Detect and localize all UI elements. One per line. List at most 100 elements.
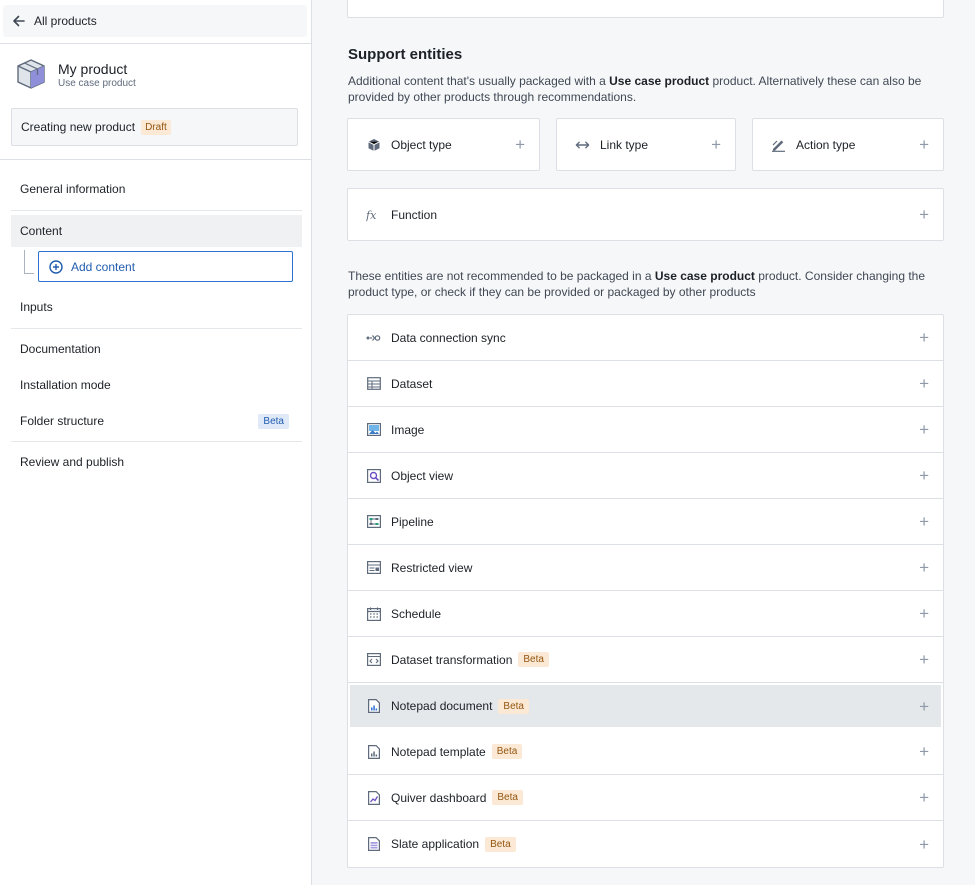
entity-row-dataset[interactable]: Dataset + <box>348 361 943 407</box>
nav-label: Installation mode <box>20 378 111 392</box>
dataset-table-icon <box>366 376 381 391</box>
plus-icon: + <box>919 696 929 716</box>
beta-badge: Beta <box>498 698 529 714</box>
entity-row-dataset-transformation[interactable]: Dataset transformation Beta + <box>348 637 943 683</box>
image-icon <box>366 422 381 437</box>
entity-list: Data connection sync + Dataset + Image +… <box>347 314 944 868</box>
add-content-button[interactable]: Add content <box>38 251 293 282</box>
nav-label: Folder structure <box>20 414 105 428</box>
entity-row-data-connection-sync[interactable]: Data connection sync + <box>348 315 943 361</box>
notepad-document-icon <box>366 699 381 714</box>
card-label: Object type <box>391 137 452 152</box>
svg-text:fx: fx <box>366 209 377 222</box>
plus-icon: + <box>919 135 929 154</box>
all-products-label: All products <box>34 14 97 28</box>
creating-status: Creating new product Draft <box>11 108 298 146</box>
product-type: Use case product <box>58 78 136 89</box>
nav-inputs[interactable]: Inputs <box>11 292 302 322</box>
pipeline-icon <box>366 514 381 529</box>
plus-icon: + <box>919 834 929 854</box>
divider <box>0 43 311 44</box>
nav-folder-structure[interactable]: Folder structure Beta <box>11 406 302 436</box>
nav-content[interactable]: Content <box>11 215 302 247</box>
sidebar: All products My product Use case product… <box>0 0 312 885</box>
entity-row-notepad-document[interactable]: Notepad document Beta + <box>350 685 941 727</box>
nav-general-information[interactable]: General information <box>11 174 302 204</box>
add-function-card[interactable]: fx Function + <box>347 188 944 241</box>
plus-icon: + <box>919 328 929 347</box>
arrow-left-icon <box>11 14 26 29</box>
card-label: Link type <box>600 137 649 152</box>
entity-row-object-view[interactable]: Object view + <box>348 453 943 499</box>
nav-label: General information <box>20 182 126 196</box>
entity-row-image[interactable]: Image + <box>348 407 943 453</box>
plus-icon: + <box>919 205 929 224</box>
card-label: Action type <box>796 137 856 152</box>
arrows-horizontal-icon <box>575 137 590 152</box>
entity-row-restricted-view[interactable]: Restricted view + <box>348 545 943 591</box>
nav-review-and-publish[interactable]: Review and publish <box>11 447 302 477</box>
entity-label: Object view <box>391 468 454 483</box>
entity-row-quiver-dashboard[interactable]: Quiver dashboard Beta + <box>348 775 943 821</box>
nav-installation-mode[interactable]: Installation mode <box>11 370 302 400</box>
nav-label: Review and publish <box>20 455 125 469</box>
beta-badge: Beta <box>492 790 523 805</box>
slate-application-icon <box>366 837 381 852</box>
entity-row-slate-application[interactable]: Slate application Beta + <box>348 821 943 867</box>
quiver-dashboard-icon <box>366 790 381 805</box>
plus-icon: + <box>919 604 929 623</box>
calendar-icon <box>366 606 381 621</box>
edit-pen-icon <box>771 137 786 152</box>
entity-card <box>347 0 944 18</box>
entity-row-schedule[interactable]: Schedule + <box>348 591 943 637</box>
add-content-label: Add content <box>71 259 136 274</box>
support-entities-title: Support entities <box>348 46 463 63</box>
add-object-type-card[interactable]: Object type + <box>347 118 540 171</box>
plus-icon: + <box>919 742 929 761</box>
add-action-type-card[interactable]: Action type + <box>752 118 944 171</box>
plus-icon: + <box>919 558 929 577</box>
nav-label: Inputs <box>20 300 53 314</box>
entity-row-pipeline[interactable]: Pipeline + <box>348 499 943 545</box>
entity-label: Dataset <box>391 376 433 391</box>
data-connection-sync-icon <box>366 330 381 345</box>
entity-label: Schedule <box>391 606 442 621</box>
beta-badge: Beta <box>491 744 523 759</box>
product-header: My product Use case product <box>14 57 136 94</box>
plus-icon: + <box>919 420 929 439</box>
entity-row-notepad-template[interactable]: Notepad template Beta + <box>348 729 943 775</box>
entity-label: Image <box>391 422 425 437</box>
plus-icon: + <box>919 374 929 393</box>
product-cube-icon <box>14 57 48 94</box>
beta-badge: Beta <box>258 413 289 429</box>
divider <box>0 159 311 160</box>
entity-label: Pipeline <box>391 514 434 529</box>
draft-badge: Draft <box>141 119 171 135</box>
product-name: My product <box>58 61 128 77</box>
plus-icon: + <box>919 650 929 669</box>
support-entities-description: Additional content that's usually packag… <box>348 74 922 104</box>
plus-icon: + <box>515 135 525 154</box>
plus-icon: + <box>919 512 929 531</box>
nav-documentation[interactable]: Documentation <box>11 334 302 364</box>
entity-label: Data connection sync <box>391 330 506 345</box>
tree-connector <box>24 250 34 274</box>
add-link-type-card[interactable]: Link type + <box>556 118 736 171</box>
creating-label: Creating new product <box>21 120 136 134</box>
entity-label: Quiver dashboard <box>391 790 487 805</box>
entity-label: Notepad template <box>391 744 486 759</box>
cube-icon <box>366 137 381 152</box>
code-file-icon <box>366 652 381 667</box>
object-view-icon <box>366 468 381 483</box>
function-icon: fx <box>366 207 381 222</box>
entity-label: Slate application <box>391 837 480 851</box>
divider <box>11 328 302 329</box>
nav-label: Content <box>20 224 63 238</box>
beta-badge: Beta <box>485 836 516 852</box>
entity-label: Restricted view <box>391 560 473 575</box>
add-circle-icon <box>48 259 63 274</box>
plus-icon: + <box>919 788 929 807</box>
not-recommended-description: These entities are not recommended to be… <box>348 269 926 299</box>
restricted-view-icon <box>366 560 381 575</box>
all-products-button[interactable]: All products <box>3 5 307 37</box>
